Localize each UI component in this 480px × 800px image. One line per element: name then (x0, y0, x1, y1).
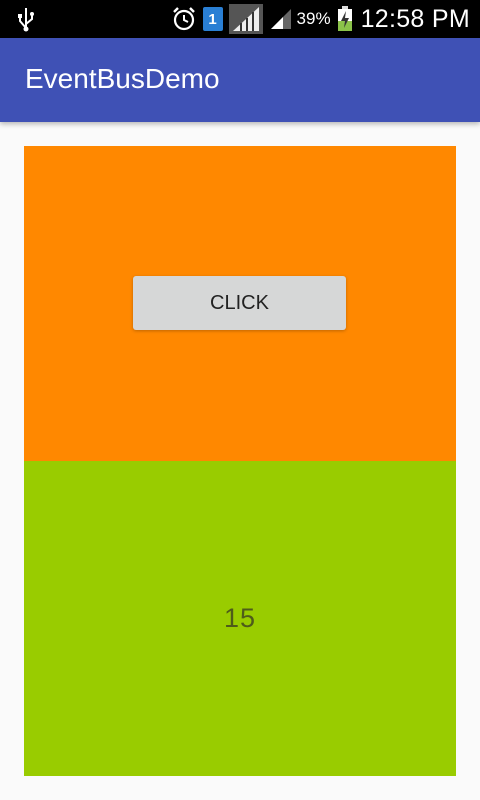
status-time: 12:58 PM (360, 4, 470, 33)
battery-percent: 39% (296, 9, 331, 28)
alarm-icon (172, 7, 195, 31)
sim-icon: 1 (202, 7, 223, 31)
signal-full-icon (228, 4, 263, 34)
battery-charging-icon (337, 6, 352, 31)
top-panel: CLICK (24, 146, 456, 461)
content-area: CLICK 15 (24, 146, 456, 776)
status-bar: 1 39% 12:58 PM (0, 0, 480, 38)
signal-partial-icon (270, 9, 291, 29)
app-bar: EventBusDemo (0, 38, 480, 122)
bottom-panel: 15 (24, 461, 456, 776)
sb-right: 1 39% 12:58 PM (165, 0, 470, 38)
usb-icon (18, 8, 34, 32)
app-title: EventBusDemo (25, 63, 220, 94)
sb-left (16, 6, 36, 32)
counter-value: 15 (223, 603, 257, 633)
click-button[interactable]: CLICK (133, 276, 346, 330)
